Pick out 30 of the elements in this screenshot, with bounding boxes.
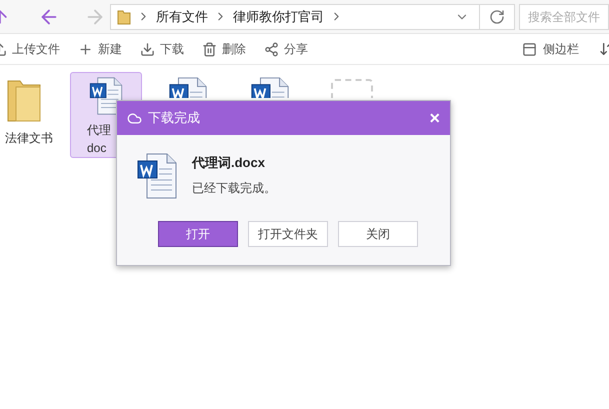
file-name: 代理词.docx	[192, 154, 266, 172]
close-button[interactable]: ×	[429, 109, 440, 127]
new-icon	[78, 42, 93, 56]
toolbar-button[interactable]: 新建	[78, 40, 122, 58]
file-name: 法律文书	[5, 130, 53, 147]
search-field[interactable]: 搜索全部文件	[519, 4, 609, 30]
toolbar-button[interactable]: 删除	[202, 40, 246, 58]
toolbar-button[interactable]: 分享	[264, 40, 308, 58]
dialog-button[interactable]: 关闭	[338, 221, 418, 247]
toolbar-button[interactable]: 上传文件	[0, 40, 60, 58]
cloud-icon	[127, 110, 142, 126]
dialog-title: 下载完成	[148, 109, 200, 128]
file-name: doc	[87, 140, 106, 157]
folder-icon	[117, 8, 131, 24]
dialog-button[interactable]: 打开	[158, 221, 238, 247]
delete-icon	[202, 42, 217, 56]
status-message: 已经下载完成。	[192, 180, 276, 196]
download-icon	[140, 42, 155, 56]
breadcrumb[interactable]: 所有文件	[156, 6, 208, 26]
refresh-icon[interactable]	[489, 8, 505, 24]
word-document-icon	[137, 153, 177, 199]
toolbar-button[interactable]: 下载	[140, 40, 184, 58]
breadcrumb[interactable]: 律师教你打官司	[233, 6, 324, 26]
address-bar[interactable]: 所有文件 律师教你打官司	[110, 4, 515, 30]
share-icon	[264, 42, 279, 56]
file-tile[interactable]: 法律文书	[0, 72, 60, 158]
sidebar-icon	[522, 42, 537, 56]
dialog-button[interactable]: 打开文件夹	[248, 221, 328, 247]
toolbar-button[interactable]: 侧边栏	[522, 40, 579, 58]
file-name: 代理	[87, 122, 111, 139]
